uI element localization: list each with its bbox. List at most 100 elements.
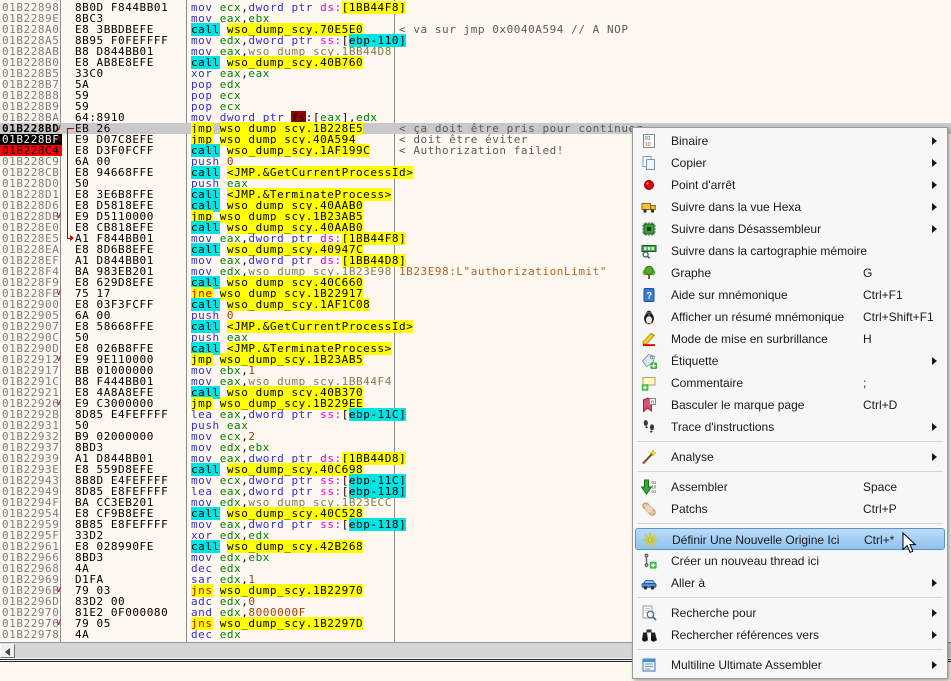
submenu-arrow-icon (932, 661, 937, 669)
comment-cell: 1B23E98:L"authorizationLimit" (399, 266, 607, 277)
submenu-arrow-icon (932, 159, 937, 167)
menu-item-label: Analyse (671, 450, 714, 464)
menu-separator (637, 649, 943, 650)
menu-item-copy[interactable]: Copier (635, 152, 945, 174)
submenu-arrow-icon (932, 631, 937, 639)
submenu-arrow-icon (932, 203, 937, 211)
svg-text:n: n (651, 400, 654, 406)
disasm-row[interactable]: 01B228B959pop ecx (0, 101, 951, 112)
menu-item-label: Suivre dans Désassembleur (671, 222, 821, 236)
menu-item-shortcut: Ctrl+P (863, 502, 897, 516)
magic-wand-icon (641, 449, 657, 465)
comment-cell: < Authorization failed! (399, 145, 564, 156)
scroll-left-button[interactable] (0, 644, 15, 658)
copy-icon (641, 155, 657, 171)
menu-item-mnemonic-brief[interactable]: Afficher un résumé mnémonique Ctrl+Shift+… (635, 306, 945, 328)
svg-text:10: 10 (645, 142, 651, 148)
menu-item-label: Rechercher références vers (671, 628, 819, 642)
menu-item-shortcut: G (863, 266, 872, 280)
menu-item-label: Afficher un résumé mnémonique (671, 310, 844, 324)
highlighter-icon (641, 331, 657, 347)
menu-separator (637, 523, 943, 524)
menu-item-shortcut: H (863, 332, 872, 346)
footsteps-icon (641, 419, 657, 435)
menu-item-label: Commentaire (671, 376, 743, 390)
menu-item-label: Étiquette (671, 354, 718, 368)
svg-text:?: ? (647, 291, 653, 301)
menu-item-highlighting-mode[interactable]: Mode de mise en surbrillance H (635, 328, 945, 350)
menu-item-label: Point d'arrêt (671, 178, 735, 192)
submenu-arrow-icon (932, 181, 937, 189)
comment-bubble-icon (641, 375, 657, 391)
new-thread-icon (641, 553, 657, 569)
menu-item-breakpoint[interactable]: Point d'arrêt (635, 174, 945, 196)
menu-item-label: Définir Une Nouvelle Origine Ici (672, 533, 839, 547)
menu-item-label: Trace d'instructions (671, 420, 774, 434)
menu-item-label: Multiline Ultimate Assembler (671, 658, 822, 672)
menu-item-multiline-ultimate-assembler[interactable]: Multiline Ultimate Assembler (635, 654, 945, 676)
menu-item-mnemonic-help[interactable]: ?Aide sur mnémoniqueCtrl+F1 (635, 284, 945, 306)
menu-item-label: Patchs (671, 502, 708, 516)
menu-item-follow-in-disassembler[interactable]: Suivre dans Désassembleur (635, 218, 945, 240)
menu-item-label: Créer un nouveau thread ici (671, 554, 819, 568)
menu-item-label: Suivre dans la vue Hexa (671, 200, 801, 214)
menu-item-set-new-origin[interactable]: Définir Une Nouvelle Origine Ici Ctrl+* (635, 528, 945, 550)
menu-item-assemble[interactable]: 011001AssemblerSpace (635, 476, 945, 498)
bytes-cell: 4A (75, 629, 89, 640)
menu-item-go-to[interactable]: Aller à (635, 572, 945, 594)
menu-item-search-for[interactable]: Recherche pour (635, 602, 945, 624)
origin-star-icon (642, 532, 658, 548)
menu-item-graph[interactable]: Graphe G (635, 262, 945, 284)
menu-item-label: Copier (671, 156, 706, 170)
submenu-arrow-icon (932, 609, 937, 617)
menu-item-label: Suivre dans la cartographie mémoire (671, 244, 867, 258)
menu-item-label: Binaire (671, 134, 708, 148)
menu-item-label: Aller à (671, 576, 705, 590)
dump-truck-icon (641, 199, 657, 215)
address-cell: 01B22978 (2, 629, 59, 640)
binoculars-icon (641, 627, 657, 643)
menu-item-patches[interactable]: Patchs Ctrl+P (635, 498, 945, 520)
disasm-row[interactable]: 01B228B0E8 AB8E8EFEcall wso_dump_scy.40B… (0, 57, 951, 68)
submenu-arrow-icon (932, 579, 937, 587)
disasm-row[interactable]: 01B228988B0D F844BB01mov ecx,dword ptr d… (0, 2, 951, 13)
menu-item-label: Graphe (671, 266, 711, 280)
menu-item-follow-in-memory-map[interactable]: Suivre dans la cartographie mémoire (635, 240, 945, 262)
menu-item-label[interactable]: Étiquette (635, 350, 945, 372)
menu-item-shortcut: Ctrl+* (864, 533, 894, 547)
menu-item-label: Aide sur mnémonique (671, 288, 788, 302)
menu-item-shortcut: ; (863, 376, 866, 390)
disasm-row[interactable]: 01B228B859pop ecx (0, 90, 951, 101)
menu-item-label: Mode de mise en surbrillance (671, 332, 828, 346)
graph-tree-icon (641, 265, 657, 281)
menu-item-binary[interactable]: 0110 Binaire (635, 130, 945, 152)
menu-item-shortcut: Ctrl+Shift+F1 (863, 310, 934, 324)
menu-item-label: Basculer le marque page (671, 398, 804, 412)
disasm-row[interactable]: 01B228B533C0xor eax,eax (0, 68, 951, 79)
menu-item-shortcut: Space (863, 480, 897, 494)
svg-text:01: 01 (652, 489, 657, 494)
menu-item-comment[interactable]: Commentaire; (635, 372, 945, 394)
menu-item-follow-in-hex-view[interactable]: Suivre dans la vue Hexa (635, 196, 945, 218)
menu-item-toggle-bookmark[interactable]: nBasculer le marque pageCtrl+D (635, 394, 945, 416)
comment-cell: < va sur jmp 0x0040A594 // A NOP (399, 24, 629, 35)
menu-separator (637, 597, 943, 598)
disasm-row[interactable]: 01B228B75Apop edx (0, 79, 951, 90)
breakpoint-icon (641, 177, 657, 193)
multiline-icon (641, 657, 657, 673)
bookmark-icon: n (641, 397, 657, 413)
menu-item-find-references[interactable]: Rechercher références vers (635, 624, 945, 646)
context-menu: 0110BinaireCopierPoint d'arrêtSuivre dan… (632, 127, 948, 679)
help-book-icon: ? (641, 287, 657, 303)
assemble-arrow-icon: 011001 (641, 479, 657, 495)
binary-icon: 0110 (641, 133, 657, 149)
menu-item-instruction-trace[interactable]: Trace d'instructions (635, 416, 945, 438)
debugger-window: { "colors":{ "background":"#FFF8F0","sel… (0, 0, 951, 681)
menu-separator (637, 441, 943, 442)
menu-item-create-new-thread[interactable]: Créer un nouveau thread ici (635, 550, 945, 572)
submenu-arrow-icon (932, 357, 937, 365)
menu-item-analysis[interactable]: Analyse (635, 446, 945, 468)
menu-separator (637, 471, 943, 472)
search-icon (641, 605, 657, 621)
submenu-arrow-icon (932, 423, 937, 431)
